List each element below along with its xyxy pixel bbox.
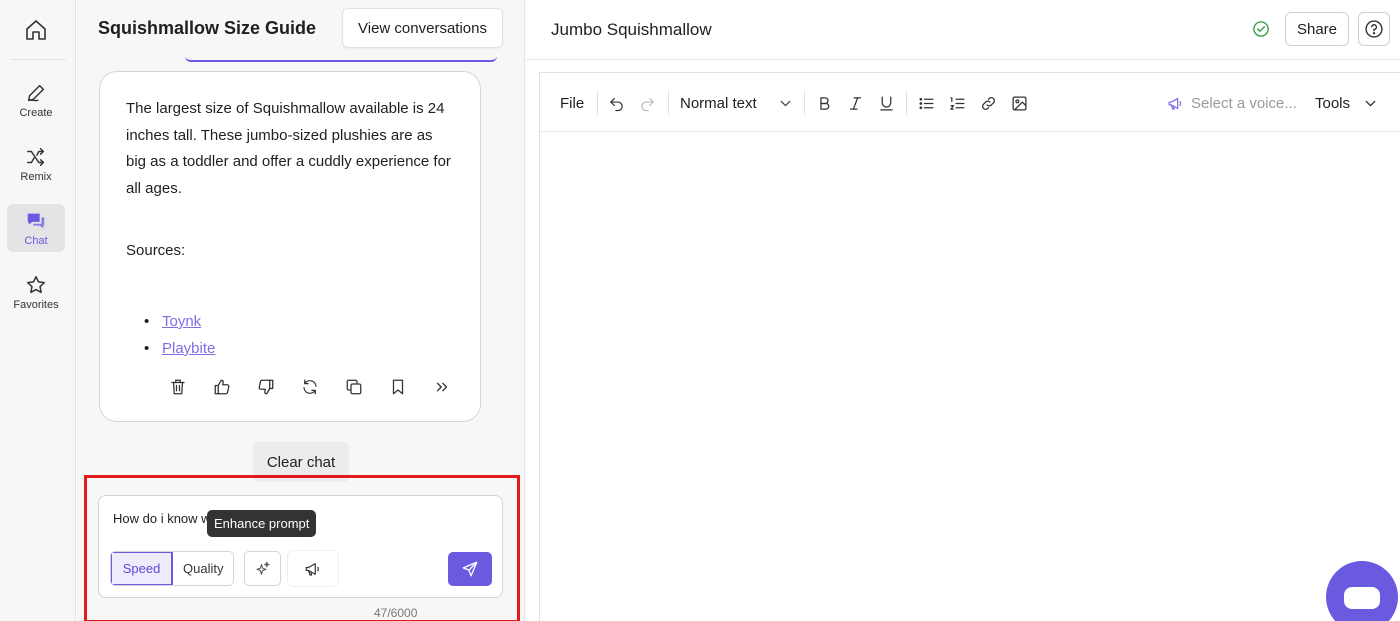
tools-menu[interactable]: Tools	[1315, 93, 1350, 113]
assistant-message: The largest size of Squishmallow availab…	[99, 71, 481, 422]
send-icon	[461, 560, 479, 578]
numbered-list-icon[interactable]	[949, 93, 966, 113]
help-button[interactable]	[1358, 12, 1390, 46]
message-text: The largest size of Squishmallow availab…	[126, 100, 451, 197]
enhance-prompt-button[interactable]	[244, 551, 281, 586]
underline-icon[interactable]	[878, 93, 895, 113]
voice-button[interactable]	[288, 551, 338, 586]
sources-label: Sources:	[126, 242, 186, 259]
star-icon	[25, 274, 47, 296]
chat-title: Squishmallow Size Guide	[98, 18, 317, 38]
more-actions-icon[interactable]	[420, 378, 464, 400]
chat-header: Squishmallow Size Guide View conversatio…	[77, 0, 524, 60]
toolbar-divider	[804, 91, 805, 115]
quality-mode-button[interactable]: Quality	[173, 552, 234, 585]
source-link-toynk[interactable]: Toynk	[162, 313, 201, 330]
list-item: Playbite	[144, 335, 215, 362]
file-menu[interactable]: File	[560, 93, 584, 113]
thumbs-up-icon[interactable]	[200, 378, 244, 400]
rail-item-remix[interactable]: Remix	[7, 140, 65, 188]
home-icon[interactable]	[24, 18, 48, 42]
rail-item-label: Remix	[20, 171, 52, 183]
bold-icon[interactable]	[816, 93, 833, 113]
view-conversations-button[interactable]: View conversations	[342, 8, 503, 48]
text-style-select[interactable]: Normal text	[680, 93, 757, 113]
bullet-list-icon[interactable]	[918, 93, 935, 113]
chat-input[interactable]: How do i know wh… good enough Enhance pr…	[98, 495, 503, 598]
message-actions	[156, 378, 464, 400]
toolbar-divider	[906, 91, 907, 115]
sources-list: Toynk Playbite	[144, 308, 215, 362]
list-item: Toynk	[144, 308, 215, 335]
bookmark-icon[interactable]	[376, 378, 420, 400]
link-icon[interactable]	[980, 93, 997, 113]
document-editor[interactable]: File Normal text Select a voice... Tools	[539, 72, 1400, 621]
share-button[interactable]: Share	[1285, 12, 1349, 46]
select-voice-dropdown[interactable]: Select a voice...	[1191, 93, 1297, 113]
chevron-down-icon[interactable]	[1362, 93, 1379, 113]
enhance-prompt-tooltip: Enhance prompt	[207, 510, 317, 537]
rail-item-label: Create	[19, 107, 53, 119]
thumbs-down-icon[interactable]	[244, 378, 288, 400]
previous-message-edge	[185, 56, 497, 62]
toolbar-divider	[668, 91, 669, 115]
check-circle-icon	[1252, 20, 1270, 38]
regenerate-icon[interactable]	[288, 378, 332, 400]
rail-item-chat[interactable]: Chat	[7, 204, 65, 252]
clear-chat-button[interactable]: Clear chat	[253, 442, 349, 482]
chat-panel: Squishmallow Size Guide View conversatio…	[77, 0, 525, 621]
source-link-playbite[interactable]: Playbite	[162, 340, 215, 357]
header-divider	[526, 59, 1400, 60]
chevron-down-icon[interactable]	[777, 93, 794, 113]
copy-icon[interactable]	[332, 378, 376, 400]
sparkle-icon	[254, 560, 272, 578]
rail-divider	[10, 59, 66, 60]
document-title[interactable]: Jumbo Squishmallow	[551, 20, 712, 40]
mode-toggle: Speed Quality	[110, 551, 235, 586]
voice-select-icon[interactable]	[1167, 93, 1184, 113]
rail-item-create[interactable]: Create	[7, 76, 65, 124]
speed-mode-button[interactable]: Speed	[111, 552, 173, 585]
editor-toolbar: File Normal text Select a voice... Tools	[540, 73, 1400, 132]
rail-item-label: Chat	[24, 235, 48, 247]
chat-icon	[25, 210, 47, 232]
pen-icon	[25, 82, 47, 104]
megaphone-icon	[304, 560, 322, 578]
help-icon	[1364, 19, 1384, 39]
undo-icon[interactable]	[608, 93, 625, 113]
redo-icon[interactable]	[639, 93, 656, 113]
rail-item-favorites[interactable]: Favorites	[7, 268, 65, 316]
shuffle-icon	[25, 146, 47, 168]
send-button[interactable]	[448, 552, 492, 586]
character-count: 47/6000	[374, 606, 418, 620]
left-rail: Create Remix Chat Favorites	[0, 0, 76, 621]
italic-icon[interactable]	[847, 93, 864, 113]
toolbar-divider	[597, 91, 598, 115]
delete-icon[interactable]	[156, 378, 200, 400]
rail-item-label: Favorites	[13, 299, 59, 311]
image-icon[interactable]	[1011, 93, 1028, 113]
chat-bubble-icon	[1344, 587, 1380, 609]
